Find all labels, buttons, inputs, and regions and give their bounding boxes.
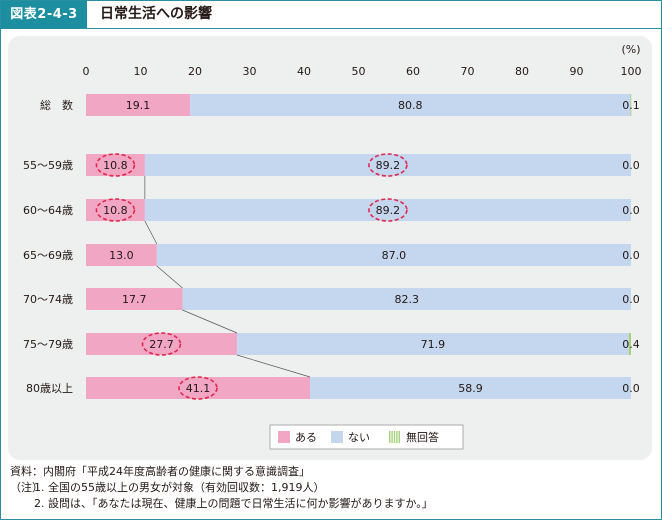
category-label: 70～74歳 (23, 293, 73, 306)
x-tick-label: 40 (297, 65, 311, 78)
data-label: 13.0 (109, 249, 134, 262)
data-label: 87.0 (382, 249, 407, 262)
data-label: 0.0 (622, 249, 640, 262)
x-tick-label: 100 (621, 65, 642, 78)
connector-line (182, 309, 238, 334)
legend-swatch-stripe (396, 431, 398, 443)
axis-unit-label: (%) (621, 43, 640, 56)
connector-line (156, 265, 183, 289)
legend-swatch (278, 431, 290, 443)
category-label: 55～59歳 (23, 159, 73, 172)
x-tick-label: 50 (352, 65, 366, 78)
note-label: （注） (10, 481, 43, 494)
data-label: 10.8 (103, 204, 128, 217)
category-label: 75～79歳 (23, 338, 73, 351)
stacked-bar-chart: (%) 0 10 20 30 40 50 60 70 80 90 100 総 数 55～59歳 60～64歳… (23, 43, 642, 450)
data-label: 0.0 (622, 159, 640, 172)
category-label: 総 数 (40, 98, 73, 112)
data-label: 0.0 (622, 293, 640, 306)
legend-swatch-stripe (389, 431, 391, 443)
data-label: 58.9 (458, 382, 483, 395)
data-label: 0.0 (622, 204, 640, 217)
data-label: 41.1 (186, 382, 211, 395)
data-label: 17.7 (122, 293, 147, 306)
data-label: 71.9 (421, 338, 446, 351)
legend-swatch (331, 431, 343, 443)
legend-label: ない (348, 431, 370, 444)
data-label: 80.8 (398, 99, 423, 112)
source-note: 資料：内閣府「平成24年度高齢者の健康に関する意識調査」 (10, 465, 310, 478)
connector-line (236, 354, 311, 378)
legend-swatch-stripe (398, 431, 400, 443)
data-label: 0.1 (622, 99, 640, 112)
note-1: 1. 全国の55歳以上の男女が対象（有効回収数：1,919人） (34, 481, 325, 494)
note-2: 2. 設問は、「あなたは現在、健康上の問題で日常生活に何か影響がありますか。」 (34, 497, 433, 510)
x-tick-label: 0 (83, 65, 90, 78)
legend-swatch-stripe (391, 431, 393, 443)
x-tick-label: 90 (570, 65, 584, 78)
x-tick-label: 30 (243, 65, 257, 78)
data-label: 0.0 (622, 382, 640, 395)
note-1-line: （注）1. 全国の55歳以上の男女が対象（有効回収数：1,919人） (10, 480, 650, 496)
data-label: 89.2 (376, 204, 401, 217)
legend-swatch-stripe (393, 431, 396, 443)
data-label: 82.3 (394, 293, 419, 306)
notes-block: 資料：内閣府「平成24年度高齢者の健康に関する意識調査」 （注）1. 全国の55… (10, 464, 650, 512)
category-label: 80歳以上 (26, 382, 73, 395)
data-label: 10.8 (103, 159, 128, 172)
category-label: 60～64歳 (23, 204, 73, 217)
x-tick-label: 60 (406, 65, 420, 78)
legend-label: ある (295, 431, 317, 444)
x-tick-label: 80 (515, 65, 529, 78)
data-label: 0.4 (622, 338, 640, 351)
x-tick-label: 10 (134, 65, 148, 78)
data-label: 19.1 (126, 99, 151, 112)
category-label: 65～69歳 (23, 249, 73, 262)
data-label: 89.2 (376, 159, 401, 172)
x-tick-label: 20 (188, 65, 202, 78)
data-label: 27.7 (149, 338, 174, 351)
x-tick-label: 70 (461, 65, 475, 78)
legend-label: 無回答 (406, 430, 439, 444)
connector-line (144, 220, 158, 245)
